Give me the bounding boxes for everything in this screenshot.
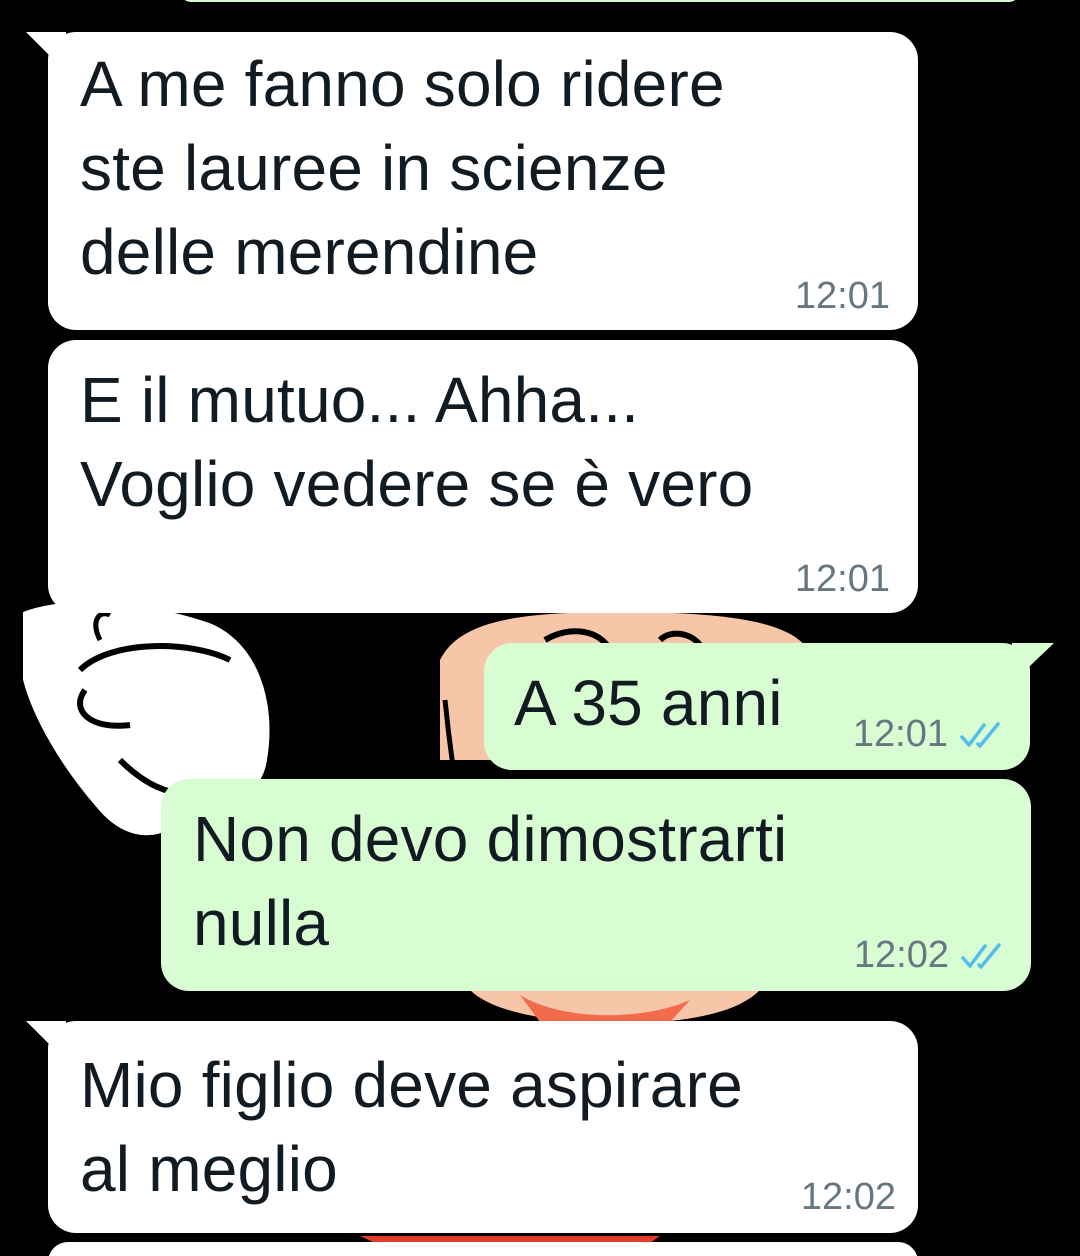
message-timestamp: 12:02 xyxy=(853,934,949,976)
message-timestamp: 12:01 xyxy=(852,713,948,755)
next-message-bubble-fragment xyxy=(48,1242,918,1256)
message-timestamp: 12:01 xyxy=(794,275,890,317)
message-meta: 12:02 xyxy=(854,934,1005,977)
message-bubble-outgoing[interactable]: A 35 anni 12:01 xyxy=(484,643,1030,770)
message-bubble-incoming[interactable]: A me fanno solo ridere ste lauree in sci… xyxy=(48,32,918,330)
double-check-read-icon xyxy=(960,721,1000,748)
message-text: Non devo dimostrarti nulla xyxy=(193,803,788,959)
message-text: A me fanno solo ridere ste lauree in sci… xyxy=(80,48,725,288)
message-text: Mio figlio deve aspirare al meglio xyxy=(80,1049,743,1205)
chat-screen: A me fanno solo ridere ste lauree in sci… xyxy=(0,0,1080,1256)
message-meta: 12:01 xyxy=(853,713,1004,756)
message-bubble-incoming[interactable]: Mio figlio deve aspirare al meglio 12:02 xyxy=(48,1021,918,1233)
message-text: E il mutuo... Ahha... Voglio vedere se è… xyxy=(80,364,754,520)
message-text: A 35 anni xyxy=(514,667,783,739)
message-timestamp: 12:02 xyxy=(800,1176,896,1218)
message-bubble-outgoing[interactable]: Non devo dimostrarti nulla 12:02 xyxy=(161,779,1031,991)
double-check-read-icon xyxy=(961,942,1001,969)
message-timestamp: 12:01 xyxy=(794,558,890,600)
previous-message-bubble-fragment xyxy=(180,0,1020,2)
message-bubble-incoming[interactable]: E il mutuo... Ahha... Voglio vedere se è… xyxy=(48,340,918,613)
